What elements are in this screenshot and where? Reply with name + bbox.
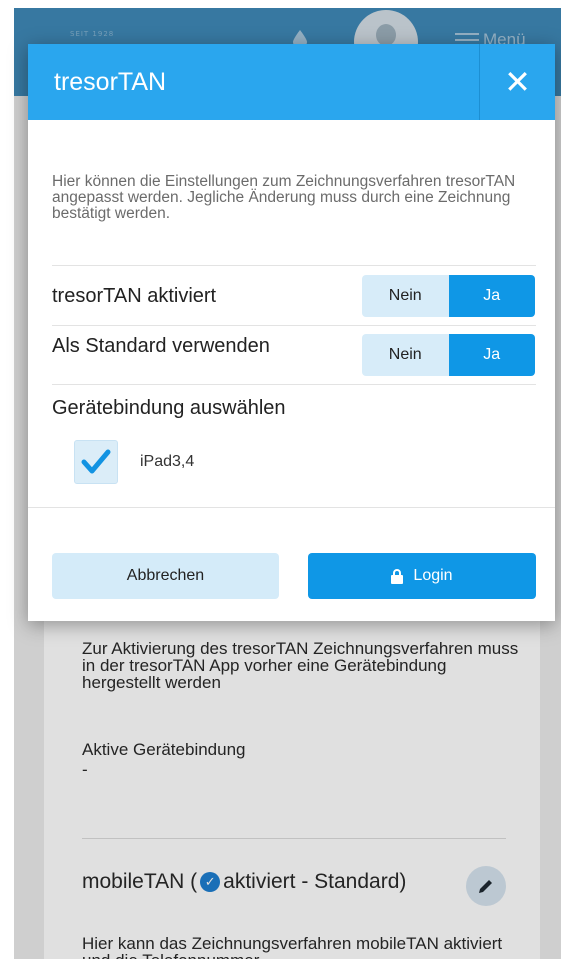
- device-checkbox[interactable]: [74, 440, 118, 484]
- login-label: Login: [413, 567, 453, 584]
- close-icon: ✕: [504, 63, 531, 101]
- setting-label-activated: tresorTAN aktiviert: [52, 285, 217, 307]
- divider: [52, 325, 536, 326]
- divider: [52, 384, 536, 385]
- divider: [28, 507, 555, 508]
- toggle-activated-no[interactable]: Nein: [362, 275, 449, 317]
- toggle-default-no[interactable]: Nein: [362, 334, 449, 376]
- cancel-label: Abbrechen: [126, 567, 205, 584]
- toggle-activated-yes[interactable]: Ja: [448, 275, 535, 317]
- toggle-default-yes[interactable]: Ja: [448, 334, 535, 376]
- cancel-button[interactable]: Abbrechen: [52, 553, 279, 599]
- device-section-title: Gerätebindung auswählen: [52, 397, 286, 419]
- toggle-default: Nein Ja: [362, 334, 535, 376]
- toggle-activated: Nein Ja: [362, 275, 535, 317]
- divider: [52, 265, 536, 266]
- device-name: iPad3,4: [140, 453, 195, 470]
- tresortan-dialog: tresorTAN ✕ Hier können die Einstellunge…: [28, 44, 555, 621]
- setting-label-default: Als Standard verwenden: [52, 335, 270, 357]
- device-item[interactable]: iPad3,4: [74, 440, 194, 484]
- lock-icon: [391, 568, 404, 584]
- dialog-header: tresorTAN ✕: [28, 44, 555, 120]
- check-icon: [81, 449, 111, 474]
- dialog-title: tresorTAN: [54, 68, 167, 96]
- close-button[interactable]: ✕: [479, 44, 555, 120]
- dialog-description: Hier können die Einstellungen zum Zeichn…: [52, 173, 516, 222]
- login-button[interactable]: Login: [308, 553, 536, 599]
